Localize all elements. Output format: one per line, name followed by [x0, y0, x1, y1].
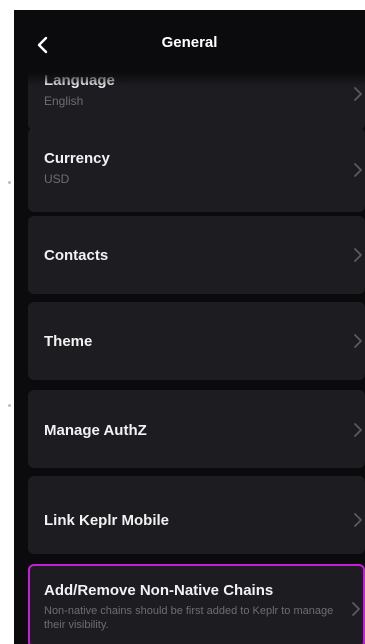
chevron-right-icon	[354, 248, 362, 262]
settings-item-label: Manage AuthZ	[44, 422, 147, 439]
edge-marker	[8, 404, 11, 407]
settings-item-value: English	[44, 94, 84, 108]
edge-marker	[8, 181, 11, 184]
chevron-right-icon	[354, 163, 362, 177]
settings-item-label: Link Keplr Mobile	[44, 512, 170, 529]
settings-item-label: Theme	[44, 333, 93, 350]
chevron-right-icon	[352, 602, 360, 616]
chevron-right-icon	[354, 87, 362, 101]
chevron-right-icon	[354, 334, 362, 348]
settings-item-currency[interactable]: Currency USD	[28, 128, 365, 212]
chevron-right-icon	[354, 423, 362, 437]
settings-item-contacts[interactable]: Contacts	[28, 216, 365, 294]
settings-item-description: Non-native chains should be first added …	[44, 605, 334, 631]
settings-item-manage-authz[interactable]: Manage AuthZ	[28, 390, 365, 468]
settings-screen: Language English Currency USD Contacts T…	[14, 10, 365, 644]
chevron-right-icon	[354, 513, 362, 527]
settings-item-value: USD	[44, 172, 70, 186]
settings-item-label: Add/Remove Non-Native Chains	[44, 582, 274, 599]
settings-item-theme[interactable]: Theme	[28, 302, 365, 380]
settings-item-label: Currency	[44, 150, 110, 167]
scroll-fade	[14, 72, 365, 86]
page-title: General	[161, 34, 218, 51]
settings-item-label: Contacts	[44, 247, 109, 264]
settings-item-add-remove-chains[interactable]: Add/Remove Non-Native Chains Non-native …	[28, 564, 365, 644]
page-header: General	[14, 10, 365, 72]
settings-item-link-keplr-mobile[interactable]: Link Keplr Mobile	[28, 476, 365, 554]
